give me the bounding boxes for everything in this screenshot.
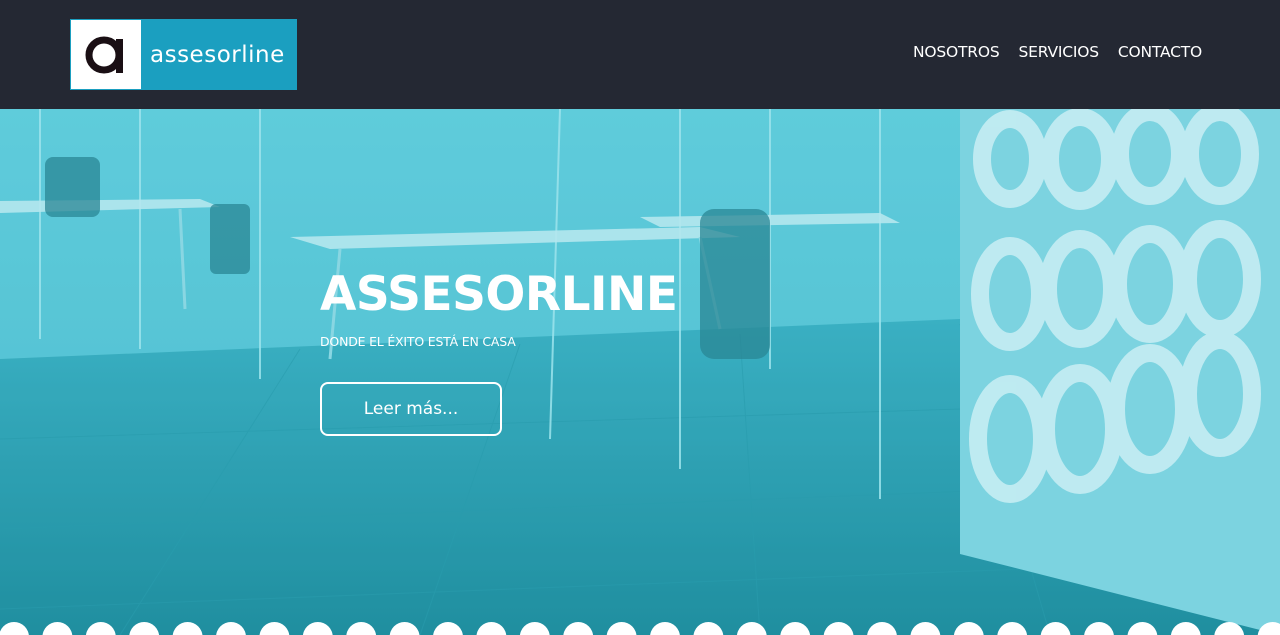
scallop-dot	[1084, 622, 1114, 635]
logo-wordmark: assesorline	[141, 20, 296, 89]
scallop-dot	[693, 622, 724, 635]
scallop-dot	[172, 622, 203, 635]
scallop-dot	[1257, 622, 1280, 635]
scallop-dot	[85, 622, 116, 635]
main-nav: NOSOTROS SERVICIOS CONTACTO	[913, 43, 1202, 61]
scallop-dot	[910, 622, 941, 635]
scallop-dot	[780, 622, 811, 635]
scallop-dot	[259, 622, 290, 635]
scallop-dot	[823, 622, 854, 635]
scalloped-divider	[0, 621, 1280, 635]
scallop-dot	[736, 622, 767, 635]
hero-section: ASSESORLINE DONDE EL ÉXITO ESTÁ EN CASA …	[0, 109, 1280, 635]
scallop-dot	[129, 622, 160, 635]
scallop-dot	[1040, 622, 1071, 635]
read-more-button[interactable]: Leer más...	[320, 382, 502, 436]
scallop-dot	[433, 622, 463, 635]
scallop-dot	[0, 622, 29, 635]
scallop-dot	[1127, 622, 1158, 635]
scallop-dot	[953, 622, 984, 635]
hero-office-background-image	[0, 109, 1280, 635]
scallop-dot	[216, 622, 246, 635]
scallop-dot	[867, 622, 897, 635]
hero-subtitle: DONDE EL ÉXITO ESTÁ EN CASA	[320, 334, 516, 349]
scallop-dot	[389, 622, 420, 635]
site-header: assesorline NOSOTROS SERVICIOS CONTACTO	[0, 0, 1280, 109]
nav-item-nosotros[interactable]: NOSOTROS	[913, 43, 1000, 61]
scallop-dot	[997, 622, 1028, 635]
hero-title: ASSESORLINE	[320, 267, 678, 322]
scallop-dot	[1214, 622, 1245, 635]
scallop-dot	[42, 622, 73, 635]
scallop-dot	[519, 622, 550, 635]
scallop-dot	[650, 622, 680, 635]
scallop-dot	[346, 622, 377, 635]
nav-item-servicios[interactable]: SERVICIOS	[1019, 43, 1100, 61]
scallop-dot	[563, 622, 594, 635]
scallop-dot	[476, 622, 507, 635]
nav-item-contacto[interactable]: CONTACTO	[1118, 43, 1202, 61]
scallop-dot	[1170, 622, 1201, 635]
scallop-dot	[302, 622, 333, 635]
scallop-dot	[606, 622, 637, 635]
logo-a-icon	[71, 20, 141, 89]
site-logo[interactable]: assesorline	[70, 19, 297, 90]
